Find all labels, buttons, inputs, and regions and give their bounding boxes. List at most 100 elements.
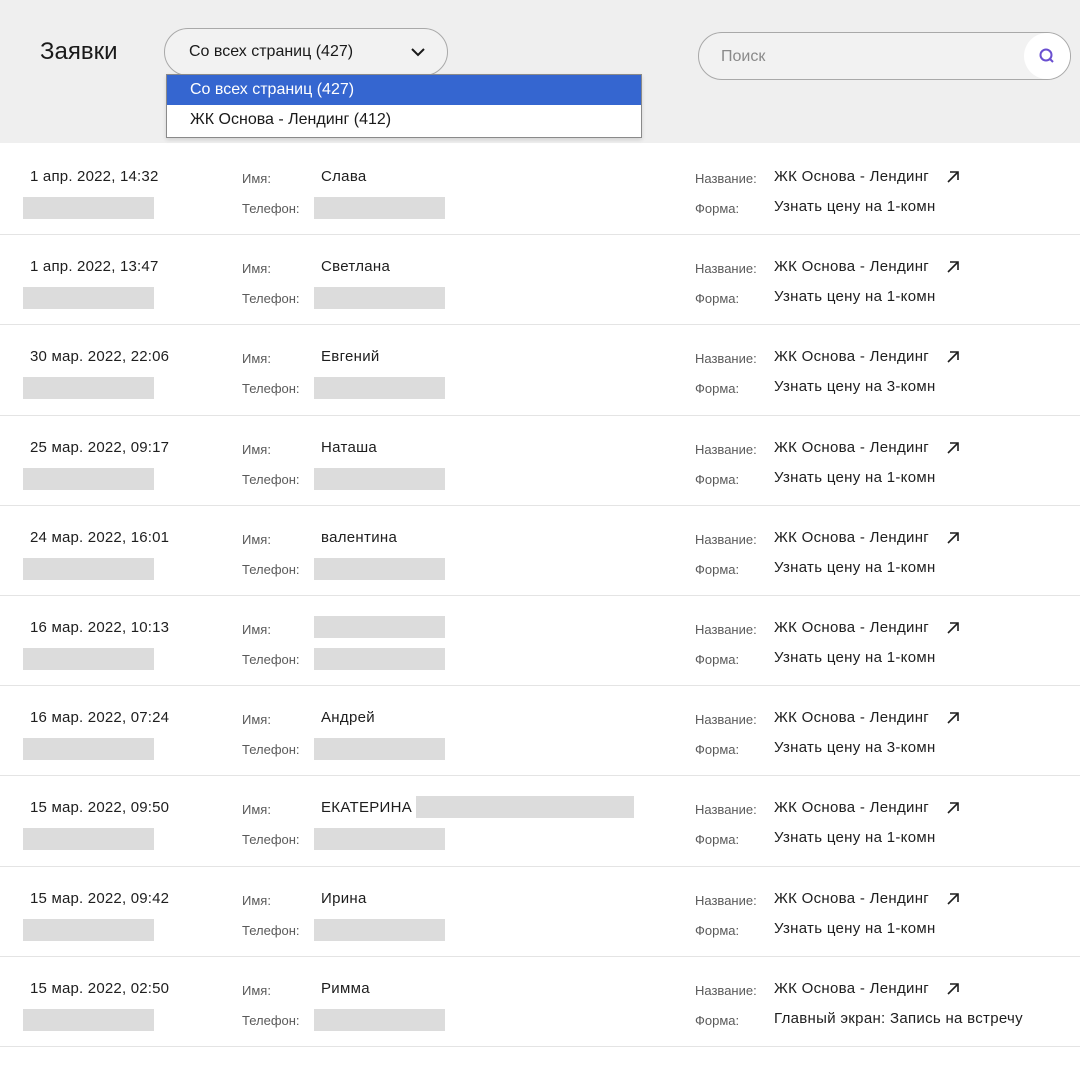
- redacted-field: [23, 918, 154, 941]
- external-link-icon[interactable]: [946, 350, 960, 364]
- request-date: 15 мар. 2022, 09:50: [30, 799, 170, 817]
- request-row[interactable]: 15 мар. 2022, 09:50 Имя: ЕКАТЕРИНА Телеф…: [0, 776, 1080, 867]
- redacted-field: [23, 738, 154, 761]
- external-link-icon[interactable]: [946, 892, 960, 906]
- redacted-phone: [314, 738, 445, 761]
- name-value: Евгений: [321, 348, 380, 366]
- form-label: Форма:: [695, 922, 740, 938]
- request-date: 15 мар. 2022, 02:50: [30, 979, 170, 997]
- request-row[interactable]: 16 мар. 2022, 10:13 Имя: Телефон: Назван…: [0, 596, 1080, 687]
- form-value: Узнать цену на 1-комн: [774, 829, 936, 847]
- redacted-field: [23, 287, 154, 310]
- search-button[interactable]: [1024, 33, 1070, 79]
- redacted-field: [23, 1008, 154, 1031]
- redacted-field: [23, 377, 154, 400]
- form-label: Форма:: [695, 832, 740, 848]
- request-date: 25 мар. 2022, 09:17: [30, 438, 170, 456]
- name-label: Имя:: [242, 712, 271, 728]
- request-date: 30 мар. 2022, 22:06: [30, 348, 170, 366]
- title-label: Название:: [695, 261, 757, 277]
- redacted-phone: [314, 197, 445, 219]
- request-date: 16 мар. 2022, 07:24: [30, 709, 170, 727]
- form-value: Узнать цену на 1-комн: [774, 468, 936, 486]
- external-link-icon[interactable]: [946, 441, 960, 455]
- form-value: Узнать цену на 1-комн: [774, 648, 936, 666]
- phone-label: Телефон:: [242, 201, 300, 216]
- form-label: Форма:: [695, 1012, 740, 1028]
- request-date: 16 мар. 2022, 10:13: [30, 618, 170, 636]
- request-date: 1 апр. 2022, 14:32: [30, 168, 159, 185]
- phone-label: Телефон:: [242, 471, 300, 487]
- form-label: Форма:: [695, 381, 740, 397]
- request-row[interactable]: 16 мар. 2022, 07:24 Имя: Андрей Телефон:…: [0, 686, 1080, 777]
- site-title-link[interactable]: ЖК Основа - Лендинг: [774, 980, 929, 997]
- form-value: Узнать цену на 1-комн: [774, 198, 936, 215]
- name-label: Имя:: [242, 261, 271, 277]
- dropdown-option-landing[interactable]: ЖК Основа - Лендинг (412): [167, 105, 641, 135]
- name-value: валентина: [321, 528, 398, 546]
- name-value: Ирина: [321, 889, 367, 907]
- site-title-link[interactable]: ЖК Основа - Лендинг: [774, 619, 929, 636]
- name-label: Имя:: [242, 802, 271, 818]
- request-row[interactable]: 24 мар. 2022, 16:01 Имя: валентина Телеф…: [0, 506, 1080, 596]
- name-value: Римма: [321, 979, 370, 997]
- external-link-icon[interactable]: [946, 531, 960, 545]
- request-row[interactable]: 15 мар. 2022, 09:42 Имя: Ирина Телефон: …: [0, 867, 1080, 957]
- form-label: Форма:: [695, 742, 740, 758]
- phone-label: Телефон:: [242, 742, 300, 758]
- request-row[interactable]: 1 апр. 2022, 14:32 Имя: Слава Телефон: Н…: [0, 145, 1080, 236]
- site-title-link[interactable]: ЖК Основа - Лендинг: [774, 890, 929, 907]
- request-date: 24 мар. 2022, 16:01: [30, 528, 170, 546]
- title-label: Название:: [695, 531, 757, 547]
- redacted-field: [23, 828, 154, 851]
- redacted-phone: [314, 647, 445, 670]
- external-link-icon[interactable]: [946, 711, 960, 725]
- form-value: Узнать цену на 1-комн: [774, 558, 936, 576]
- source-filter-select[interactable]: Со всех страниц (427): [164, 28, 448, 76]
- redacted-phone: [314, 557, 445, 580]
- site-title-link[interactable]: ЖК Основа - Лендинг: [774, 348, 929, 365]
- request-row[interactable]: 30 мар. 2022, 22:06 Имя: Евгений Телефон…: [0, 325, 1080, 416]
- title-label: Название:: [695, 802, 757, 818]
- external-link-icon[interactable]: [946, 801, 960, 815]
- chevron-down-icon: [411, 48, 425, 57]
- name-value: Андрей: [321, 709, 375, 727]
- external-link-icon[interactable]: [946, 621, 960, 635]
- name-value: Светлана: [321, 258, 391, 276]
- request-row[interactable]: 1 апр. 2022, 13:47 Имя: Светлана Телефон…: [0, 235, 1080, 326]
- form-label: Форма:: [695, 471, 740, 487]
- phone-label: Телефон:: [242, 651, 300, 667]
- external-link-icon[interactable]: [946, 170, 960, 184]
- redacted-phone: [314, 287, 445, 310]
- source-filter-dropdown: Со всех страниц (427) ЖК Основа - Лендин…: [166, 74, 642, 138]
- title-label: Название:: [695, 712, 757, 728]
- redacted-name: [314, 615, 445, 638]
- redacted-field: [23, 647, 154, 670]
- name-label: Имя:: [242, 621, 271, 637]
- title-label: Название:: [695, 892, 757, 908]
- form-value: Узнать цену на 1-комн: [774, 919, 936, 937]
- title-label: Название:: [695, 171, 757, 186]
- request-row[interactable]: 15 мар. 2022, 02:50 Имя: Римма Телефон: …: [0, 957, 1080, 1047]
- external-link-icon[interactable]: [946, 260, 960, 274]
- site-title-link[interactable]: ЖК Основа - Лендинг: [774, 799, 929, 816]
- dropdown-option-all-pages[interactable]: Со всех страниц (427): [167, 75, 641, 105]
- site-title-link[interactable]: ЖК Основа - Лендинг: [774, 258, 929, 275]
- site-title-link[interactable]: ЖК Основа - Лендинг: [774, 439, 929, 456]
- request-row[interactable]: 25 мар. 2022, 09:17 Имя: Наташа Телефон:…: [0, 416, 1080, 506]
- search-input[interactable]: [721, 45, 1011, 69]
- site-title-link[interactable]: ЖК Основа - Лендинг: [774, 168, 929, 185]
- phone-label: Телефон:: [242, 1012, 300, 1028]
- name-label: Имя:: [242, 171, 271, 186]
- site-title-link[interactable]: ЖК Основа - Лендинг: [774, 529, 929, 546]
- name-value: ЕКАТЕРИНА: [321, 799, 413, 817]
- external-link-icon[interactable]: [946, 982, 960, 996]
- requests-list: 1 апр. 2022, 14:32 Имя: Слава Телефон: Н…: [0, 145, 1080, 1047]
- form-value: Узнать цену на 1-комн: [774, 288, 936, 306]
- phone-label: Телефон:: [242, 561, 300, 577]
- redacted-phone: [314, 918, 445, 941]
- site-title-link[interactable]: ЖК Основа - Лендинг: [774, 709, 929, 726]
- redacted-phone: [314, 1008, 445, 1031]
- form-value: Узнать цену на 3-комн: [774, 378, 936, 396]
- name-label: Имя:: [242, 982, 271, 998]
